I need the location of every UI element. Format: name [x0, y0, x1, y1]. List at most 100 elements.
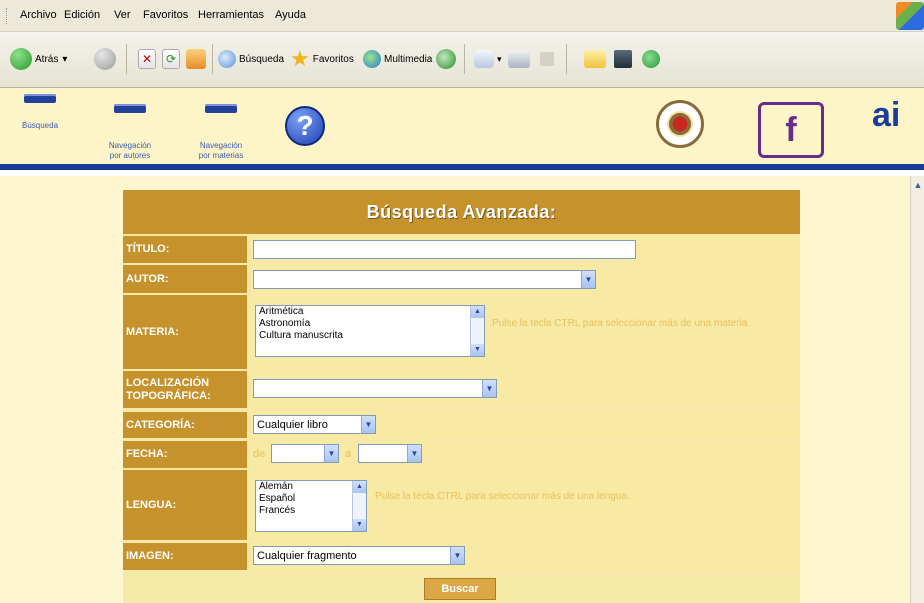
messenger-button[interactable]	[642, 46, 663, 72]
nav-materias[interactable]: Navegación por materias	[184, 94, 258, 171]
refresh-button[interactable]: ⟳	[162, 46, 183, 72]
menu-archivo[interactable]: Archivo	[20, 9, 57, 21]
browser-toolbar: Atrás ▾ ✕ ⟳ Búsqueda ★ Favoritos Multimed…	[0, 32, 924, 88]
multimedia-button[interactable]: Multimedia	[363, 46, 432, 72]
star-icon: ★	[290, 46, 310, 71]
menu-bar: Archivo Edición Ver Favoritos Herramient…	[0, 0, 924, 32]
edit-icon	[540, 52, 554, 66]
history-icon	[436, 49, 456, 69]
refresh-icon: ⟳	[162, 49, 180, 69]
lengua-listbox[interactable]: Alemán Español Francés ▲ ▼	[255, 480, 367, 532]
department-logo-icon: ai	[872, 96, 924, 156]
lengua-option[interactable]: Español	[256, 493, 366, 505]
print-icon	[508, 50, 530, 68]
label-localizacion: LOCALIZACIÓN TOPOGRÁFICA:	[123, 371, 247, 408]
chevron-down-icon[interactable]: ▼	[581, 271, 595, 288]
history-button[interactable]	[436, 46, 459, 72]
label-imagen: IMAGEN:	[123, 543, 247, 570]
department-logo-text: ai	[872, 96, 901, 134]
nav-busqueda[interactable]: Búsqueda	[20, 94, 60, 131]
menu-herramientas[interactable]: Herramientas	[198, 9, 264, 21]
menu-edicion[interactable]: Edición	[64, 9, 100, 21]
fecha-de-label: de	[253, 448, 266, 460]
fecha-desde-select[interactable]: ▼	[271, 444, 339, 463]
vertical-scrollbar[interactable]: ▲	[910, 176, 924, 603]
favorites-label: Favoritos	[312, 53, 354, 65]
nav-autores-label: Navegación por autores	[108, 141, 152, 160]
mail-icon	[474, 50, 494, 68]
toolbar-separator	[126, 44, 127, 74]
favorites-button[interactable]: ★ Favoritos	[290, 46, 354, 72]
folder-button[interactable]	[584, 46, 609, 72]
categoria-select[interactable]: Cualquier libro ▼	[253, 415, 376, 434]
materia-option[interactable]: Cultura manuscrita	[256, 330, 484, 342]
university-seal-icon	[656, 100, 704, 148]
label-categoria: CATEGORÍA:	[123, 412, 247, 438]
row-localizacion: LOCALIZACIÓN TOPOGRÁFICA: ▼	[123, 371, 800, 408]
menu-grip	[6, 8, 9, 24]
mail-button[interactable]: ▾	[474, 46, 502, 72]
row-titulo: TÍTULO:	[123, 236, 800, 263]
bar-icon	[205, 104, 237, 113]
menu-ayuda[interactable]: Ayuda	[275, 9, 306, 21]
chevron-down-icon[interactable]: ▼	[450, 547, 464, 564]
forward-button[interactable]	[94, 46, 119, 72]
titulo-input[interactable]	[253, 240, 636, 259]
chevron-down-icon[interactable]: ▼	[482, 380, 496, 397]
chevron-down-icon[interactable]: ▼	[407, 445, 421, 462]
label-materia: MATERIA:	[123, 295, 247, 369]
scroll-down-icon[interactable]: ▼	[353, 519, 366, 531]
help-icon[interactable]: ?	[285, 106, 325, 146]
forward-arrow-icon	[94, 48, 116, 70]
scroll-up-icon[interactable]: ▲	[913, 180, 923, 190]
mail-dropdown-icon[interactable]: ▾	[497, 54, 502, 65]
buscar-button[interactable]: Buscar	[424, 578, 496, 600]
localizacion-select[interactable]: ▼	[253, 379, 497, 398]
scroll-down-icon[interactable]: ▼	[471, 344, 484, 356]
label-fecha: FECHA:	[123, 441, 247, 468]
row-materia: MATERIA: Aritmética Astronomía Cultura m…	[123, 295, 800, 369]
row-imagen: IMAGEN: Cualquier fragmento ▼	[123, 543, 800, 570]
materia-option[interactable]: Astronomía	[256, 318, 484, 330]
materia-listbox[interactable]: Aritmética Astronomía Cultura manuscrita…	[255, 305, 485, 357]
lengua-scrollbar[interactable]: ▲ ▼	[352, 481, 366, 531]
home-button[interactable]	[186, 46, 209, 72]
messenger-icon	[642, 50, 660, 68]
imagen-select[interactable]: Cualquier fragmento ▼	[253, 546, 465, 565]
form-title: Búsqueda Avanzada:	[123, 190, 800, 234]
stop-button[interactable]: ✕	[138, 46, 159, 72]
menu-ver[interactable]: Ver	[114, 9, 131, 21]
faculty-logo-letter: f	[785, 110, 797, 149]
materia-option[interactable]: Aritmética	[256, 306, 484, 318]
nav-autores[interactable]: Navegación por autores	[100, 94, 160, 171]
back-label: Atrás	[35, 53, 59, 65]
search-button[interactable]: Búsqueda	[218, 46, 284, 72]
edit-button[interactable]	[540, 46, 557, 72]
stop-icon: ✕	[138, 49, 156, 69]
back-button[interactable]: Atrás ▾	[10, 46, 67, 72]
multimedia-icon	[363, 50, 381, 68]
lengua-hint: Pulse la tecla CTRL para seleccionar más…	[375, 491, 630, 502]
print-button[interactable]	[508, 46, 533, 72]
bar-icon	[24, 94, 56, 103]
chevron-down-icon[interactable]: ▼	[361, 416, 375, 433]
autor-select[interactable]: ▼	[253, 270, 596, 289]
research-button[interactable]	[614, 46, 635, 72]
fecha-hasta-select[interactable]: ▼	[358, 444, 422, 463]
row-fecha: FECHA: de ▼ a ▼	[123, 441, 800, 468]
research-icon	[614, 50, 632, 68]
search-icon	[218, 50, 236, 68]
back-dropdown-icon[interactable]: ▾	[62, 54, 67, 65]
fecha-a-label: a	[345, 448, 352, 460]
scroll-up-icon[interactable]: ▲	[471, 306, 484, 318]
materia-scrollbar[interactable]: ▲ ▼	[470, 306, 484, 356]
bar-icon	[114, 104, 146, 113]
menu-favoritos[interactable]: Favoritos	[143, 9, 188, 21]
row-categoria: CATEGORÍA: Cualquier libro ▼	[123, 412, 800, 438]
label-autor: AUTOR:	[123, 265, 247, 293]
lengua-option[interactable]: Francés	[256, 505, 366, 517]
row-lengua: LENGUA: Alemán Español Francés ▲ ▼ Pulse …	[123, 470, 800, 540]
scroll-up-icon[interactable]: ▲	[353, 481, 366, 493]
chevron-down-icon[interactable]: ▼	[324, 445, 338, 462]
lengua-option[interactable]: Alemán	[256, 481, 366, 493]
